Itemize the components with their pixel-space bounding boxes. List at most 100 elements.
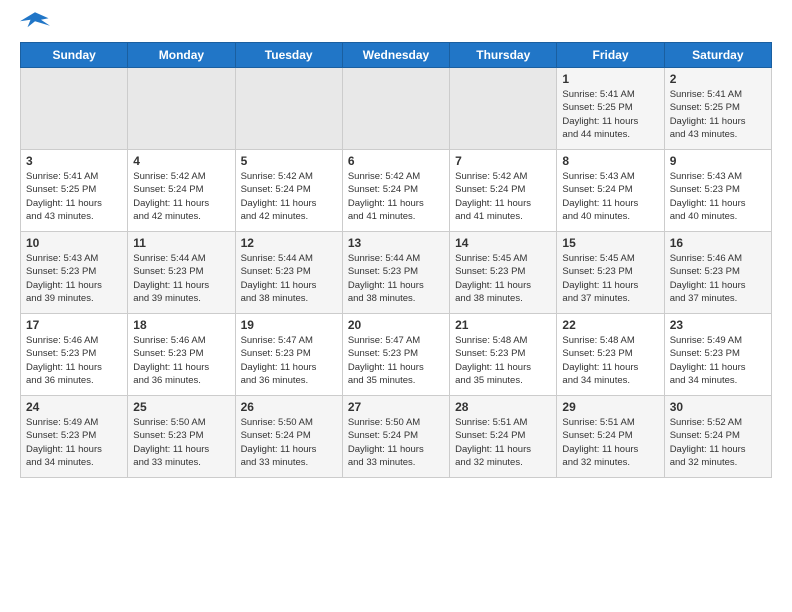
day-info: Sunrise: 5:42 AM Sunset: 5:24 PM Dayligh… <box>241 170 337 223</box>
calendar-cell-12: 12Sunrise: 5:44 AM Sunset: 5:23 PM Dayli… <box>235 232 342 314</box>
day-info: Sunrise: 5:46 AM Sunset: 5:23 PM Dayligh… <box>133 334 229 387</box>
day-info: Sunrise: 5:44 AM Sunset: 5:23 PM Dayligh… <box>241 252 337 305</box>
day-info: Sunrise: 5:44 AM Sunset: 5:23 PM Dayligh… <box>348 252 444 305</box>
day-number: 6 <box>348 154 444 168</box>
calendar-cell-1: 1 Sunrise: 5:41 AM Sunset: 5:25 PM Daylig… <box>557 68 664 150</box>
day-info: Sunrise: 5:47 AM Sunset: 5:23 PM Dayligh… <box>348 334 444 387</box>
day-info: Sunrise: 5:47 AM Sunset: 5:23 PM Dayligh… <box>241 334 337 387</box>
calendar-cell-23: 23 Sunrise: 5:49 AM Sunset: 5:23 PM Dayli… <box>664 314 771 396</box>
calendar-header-friday: Friday <box>557 43 664 68</box>
day-info: Sunrise: 5:52 AM Sunset: 5:24 PM Dayligh… <box>670 416 766 469</box>
day-info: Sunrise: 5:43 AM Sunset: 5:23 PM Dayligh… <box>26 252 122 305</box>
day-number: 10 <box>26 236 122 250</box>
calendar-week-4: 24 Sunrise: 5:49 AM Sunset: 5:23 PM Dayli… <box>21 396 772 478</box>
day-info: Sunrise: 5:43 AM Sunset: 5:23 PM Dayligh… <box>670 170 766 223</box>
day-number: 11 <box>133 236 229 250</box>
day-number: 21 <box>455 318 551 332</box>
day-info: Sunrise: 5:46 AM Sunset: 5:23 PM Dayligh… <box>26 334 122 387</box>
day-number: 25 <box>133 400 229 414</box>
day-info: Sunrise: 5:50 AM Sunset: 5:23 PM Dayligh… <box>133 416 229 469</box>
logo-bird-icon <box>20 10 50 34</box>
day-number: 30 <box>670 400 766 414</box>
calendar-header-thursday: Thursday <box>450 43 557 68</box>
calendar-cell-6: 6 Sunrise: 5:42 AM Sunset: 5:24 PM Daylig… <box>342 150 449 232</box>
day-number: 16 <box>670 236 766 250</box>
calendar-header-saturday: Saturday <box>664 43 771 68</box>
calendar-cell-10: 10 Sunrise: 5:43 AM Sunset: 5:23 PM Dayli… <box>21 232 128 314</box>
calendar-cell-17: 17 Sunrise: 5:46 AM Sunset: 5:23 PM Dayli… <box>21 314 128 396</box>
day-number: 23 <box>670 318 766 332</box>
day-info: Sunrise: 5:49 AM Sunset: 5:23 PM Dayligh… <box>26 416 122 469</box>
day-number: 26 <box>241 400 337 414</box>
calendar-cell-7: 7 Sunrise: 5:42 AM Sunset: 5:24 PM Daylig… <box>450 150 557 232</box>
header <box>20 10 772 34</box>
day-number: 1 <box>562 72 658 86</box>
day-number: 3 <box>26 154 122 168</box>
day-number: 29 <box>562 400 658 414</box>
logo <box>20 10 54 34</box>
calendar-week-2: 10 Sunrise: 5:43 AM Sunset: 5:23 PM Dayli… <box>21 232 772 314</box>
calendar-cell-19: 19Sunrise: 5:47 AM Sunset: 5:23 PM Dayli… <box>235 314 342 396</box>
calendar-week-0: 1 Sunrise: 5:41 AM Sunset: 5:25 PM Daylig… <box>21 68 772 150</box>
calendar-cell-22: 22 Sunrise: 5:48 AM Sunset: 5:23 PM Dayli… <box>557 314 664 396</box>
calendar-cell-empty <box>128 68 235 150</box>
day-number: 17 <box>26 318 122 332</box>
page: SundayMondayTuesdayWednesdayThursdayFrid… <box>0 0 792 612</box>
calendar-cell-24: 24 Sunrise: 5:49 AM Sunset: 5:23 PM Dayli… <box>21 396 128 478</box>
calendar-cell-27: 27Sunrise: 5:50 AM Sunset: 5:24 PM Dayli… <box>342 396 449 478</box>
calendar-cell-empty <box>342 68 449 150</box>
day-info: Sunrise: 5:50 AM Sunset: 5:24 PM Dayligh… <box>241 416 337 469</box>
day-number: 24 <box>26 400 122 414</box>
calendar-cell-28: 28 Sunrise: 5:51 AM Sunset: 5:24 PM Dayli… <box>450 396 557 478</box>
calendar-cell-16: 16 Sunrise: 5:46 AM Sunset: 5:23 PM Dayli… <box>664 232 771 314</box>
calendar-cell-18: 18 Sunrise: 5:46 AM Sunset: 5:23 PM Dayli… <box>128 314 235 396</box>
day-number: 22 <box>562 318 658 332</box>
day-info: Sunrise: 5:51 AM Sunset: 5:24 PM Dayligh… <box>562 416 658 469</box>
day-number: 4 <box>133 154 229 168</box>
calendar-header-tuesday: Tuesday <box>235 43 342 68</box>
day-info: Sunrise: 5:45 AM Sunset: 5:23 PM Dayligh… <box>562 252 658 305</box>
calendar-cell-4: 4 Sunrise: 5:42 AM Sunset: 5:24 PM Daylig… <box>128 150 235 232</box>
day-info: Sunrise: 5:42 AM Sunset: 5:24 PM Dayligh… <box>133 170 229 223</box>
calendar-header-monday: Monday <box>128 43 235 68</box>
calendar-cell-29: 29 Sunrise: 5:51 AM Sunset: 5:24 PM Dayli… <box>557 396 664 478</box>
day-info: Sunrise: 5:51 AM Sunset: 5:24 PM Dayligh… <box>455 416 551 469</box>
calendar-cell-30: 30 Sunrise: 5:52 AM Sunset: 5:24 PM Dayli… <box>664 396 771 478</box>
day-info: Sunrise: 5:50 AM Sunset: 5:24 PM Dayligh… <box>348 416 444 469</box>
day-info: Sunrise: 5:41 AM Sunset: 5:25 PM Dayligh… <box>26 170 122 223</box>
calendar-cell-9: 9 Sunrise: 5:43 AM Sunset: 5:23 PM Daylig… <box>664 150 771 232</box>
day-number: 9 <box>670 154 766 168</box>
calendar-cell-5: 5 Sunrise: 5:42 AM Sunset: 5:24 PM Daylig… <box>235 150 342 232</box>
calendar-cell-empty <box>21 68 128 150</box>
day-info: Sunrise: 5:42 AM Sunset: 5:24 PM Dayligh… <box>348 170 444 223</box>
calendar-cell-empty <box>235 68 342 150</box>
day-info: Sunrise: 5:41 AM Sunset: 5:25 PM Dayligh… <box>562 88 658 141</box>
day-info: Sunrise: 5:49 AM Sunset: 5:23 PM Dayligh… <box>670 334 766 387</box>
day-info: Sunrise: 5:43 AM Sunset: 5:24 PM Dayligh… <box>562 170 658 223</box>
calendar-cell-empty <box>450 68 557 150</box>
calendar-cell-25: 25 Sunrise: 5:50 AM Sunset: 5:23 PM Dayli… <box>128 396 235 478</box>
calendar-header-wednesday: Wednesday <box>342 43 449 68</box>
day-number: 15 <box>562 236 658 250</box>
day-number: 28 <box>455 400 551 414</box>
calendar-cell-20: 20Sunrise: 5:47 AM Sunset: 5:23 PM Dayli… <box>342 314 449 396</box>
day-info: Sunrise: 5:48 AM Sunset: 5:23 PM Dayligh… <box>562 334 658 387</box>
calendar-cell-3: 3 Sunrise: 5:41 AM Sunset: 5:25 PM Daylig… <box>21 150 128 232</box>
calendar-table: SundayMondayTuesdayWednesdayThursdayFrid… <box>20 42 772 478</box>
day-info: Sunrise: 5:45 AM Sunset: 5:23 PM Dayligh… <box>455 252 551 305</box>
calendar-cell-15: 15 Sunrise: 5:45 AM Sunset: 5:23 PM Dayli… <box>557 232 664 314</box>
day-info: Sunrise: 5:42 AM Sunset: 5:24 PM Dayligh… <box>455 170 551 223</box>
calendar-week-1: 3 Sunrise: 5:41 AM Sunset: 5:25 PM Daylig… <box>21 150 772 232</box>
day-number: 8 <box>562 154 658 168</box>
calendar-week-3: 17 Sunrise: 5:46 AM Sunset: 5:23 PM Dayli… <box>21 314 772 396</box>
calendar-cell-11: 11Sunrise: 5:44 AM Sunset: 5:23 PM Dayli… <box>128 232 235 314</box>
day-number: 7 <box>455 154 551 168</box>
day-number: 13 <box>348 236 444 250</box>
day-number: 18 <box>133 318 229 332</box>
day-info: Sunrise: 5:46 AM Sunset: 5:23 PM Dayligh… <box>670 252 766 305</box>
calendar-cell-2: 2Sunrise: 5:41 AM Sunset: 5:25 PM Daylig… <box>664 68 771 150</box>
day-number: 14 <box>455 236 551 250</box>
calendar-header-row: SundayMondayTuesdayWednesdayThursdayFrid… <box>21 43 772 68</box>
calendar-header-sunday: Sunday <box>21 43 128 68</box>
day-number: 5 <box>241 154 337 168</box>
